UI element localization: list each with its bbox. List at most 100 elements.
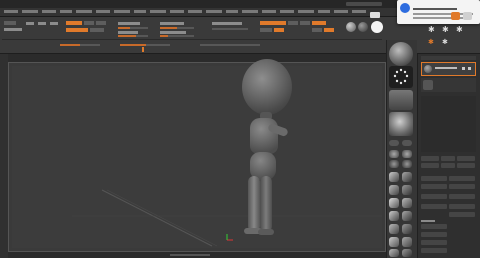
- menu-item-2[interactable]: [22, 10, 38, 13]
- shelf-tool-9[interactable]: [389, 224, 399, 234]
- shelf-tool-5[interactable]: [389, 198, 399, 208]
- viewport-canvas[interactable]: [12, 59, 382, 248]
- shelf-small-2[interactable]: [402, 140, 412, 146]
- star-icon[interactable]: ✱: [456, 26, 464, 34]
- menu-item-15[interactable]: [262, 10, 276, 13]
- zsub-button[interactable]: [90, 28, 104, 32]
- menu-item-11[interactable]: [188, 10, 202, 13]
- menu-item-14[interactable]: [242, 10, 258, 13]
- menu-item-1[interactable]: [4, 10, 18, 13]
- palette-home-icon[interactable]: [451, 12, 460, 20]
- shelf-tool-1[interactable]: [389, 172, 399, 182]
- shelf-ball-4[interactable]: [402, 160, 412, 168]
- tray-btn-18[interactable]: [421, 240, 447, 245]
- shelf-tool-8[interactable]: [402, 211, 412, 221]
- toolbar-button-f[interactable]: [312, 28, 322, 32]
- move-button[interactable]: [26, 22, 34, 25]
- titlebar-search[interactable]: [346, 2, 382, 6]
- menu-item-6[interactable]: [96, 10, 110, 13]
- menu-item-19[interactable]: [334, 10, 348, 13]
- menu-item-12[interactable]: [206, 10, 222, 13]
- toolbar-button-e[interactable]: [312, 21, 326, 25]
- rgb-button[interactable]: [84, 21, 94, 25]
- tray-btn-12[interactable]: [449, 194, 475, 199]
- subtool-eye-icon[interactable]: [462, 67, 465, 70]
- shelf-tool-7[interactable]: [389, 211, 399, 221]
- tray-btn-6[interactable]: [457, 163, 475, 168]
- tray-btn-11[interactable]: [421, 194, 447, 199]
- shelf-tool-6[interactable]: [402, 198, 412, 208]
- toolbar-button-b[interactable]: [274, 28, 284, 32]
- scale-button[interactable]: [38, 22, 46, 25]
- shelf-tool-12[interactable]: [402, 237, 412, 247]
- menu-item-17[interactable]: [298, 10, 314, 13]
- shelf-tool-13[interactable]: [389, 249, 399, 257]
- m-button[interactable]: [96, 21, 106, 25]
- dynamic-button[interactable]: [260, 21, 286, 25]
- tray-btn-1[interactable]: [421, 156, 439, 161]
- tray-btn-10[interactable]: [449, 184, 475, 189]
- menu-item-7[interactable]: [114, 10, 130, 13]
- menu-item-4[interactable]: [60, 10, 72, 13]
- shelf-tool-14[interactable]: [402, 249, 412, 257]
- shelf-ball-3[interactable]: [389, 160, 399, 168]
- shelf-tool-2[interactable]: [402, 172, 412, 182]
- shelf-tool-4[interactable]: [402, 185, 412, 195]
- toolbar-button-d[interactable]: [300, 21, 310, 25]
- edit-button[interactable]: [4, 21, 16, 25]
- figure-pose-icon[interactable]: ✱: [428, 26, 436, 34]
- menu-item-20[interactable]: [352, 10, 366, 13]
- shelf-ball-1[interactable]: [389, 150, 399, 158]
- mrgb-button[interactable]: [66, 21, 82, 25]
- walk-pose-icon[interactable]: ✱: [442, 26, 450, 34]
- tray-btn-3[interactable]: [457, 156, 475, 161]
- tray-btn-14[interactable]: [449, 204, 475, 209]
- menu-item-16[interactable]: [280, 10, 294, 13]
- tray-btn-8[interactable]: [449, 176, 475, 181]
- palette-gear-icon[interactable]: [463, 12, 472, 20]
- shelf-ball-2[interactable]: [402, 150, 412, 158]
- shelf-tool-3[interactable]: [389, 185, 399, 195]
- sub-slider-3[interactable]: [200, 44, 260, 46]
- shelf-tool-11[interactable]: [389, 237, 399, 247]
- subtool-lock-icon[interactable]: [468, 67, 471, 70]
- tray-btn-15[interactable]: [449, 212, 475, 217]
- shelf-small-1[interactable]: [389, 140, 399, 146]
- layer-slider[interactable]: [212, 28, 248, 30]
- tray-btn-7[interactable]: [421, 176, 447, 181]
- tray-btn-13[interactable]: [421, 204, 447, 209]
- color-swatch[interactable]: [371, 21, 383, 33]
- tray-btn-19[interactable]: [421, 248, 447, 253]
- tray-btn-17[interactable]: [421, 232, 447, 237]
- tray-btn-4[interactable]: [421, 163, 439, 168]
- menu-item-5[interactable]: [76, 10, 92, 13]
- axis-gizmo[interactable]: [225, 232, 235, 242]
- toolbar-button-g[interactable]: [324, 28, 334, 32]
- menu-item-18[interactable]: [318, 10, 330, 13]
- zadd-button[interactable]: [66, 28, 88, 32]
- character-head[interactable]: [242, 59, 292, 115]
- material-ball-2[interactable]: [358, 22, 368, 32]
- menu-item-8[interactable]: [134, 10, 146, 13]
- matcap-icon[interactable]: [389, 112, 413, 136]
- material-preview-ball[interactable]: [389, 42, 413, 66]
- menu-item-13[interactable]: [226, 10, 238, 13]
- figure-orange-icon[interactable]: ✱: [428, 38, 436, 46]
- draw-button[interactable]: [4, 28, 22, 31]
- shelf-tool-10[interactable]: [402, 224, 412, 234]
- subtool-item[interactable]: [421, 78, 476, 92]
- toolbar-button-c[interactable]: [288, 21, 298, 25]
- menu-item-9[interactable]: [150, 10, 166, 13]
- toolbar-button-a[interactable]: [260, 28, 272, 32]
- figure-white-icon[interactable]: ✱: [442, 38, 450, 46]
- tray-btn-2[interactable]: [441, 156, 455, 161]
- subtool-item-active[interactable]: [421, 62, 476, 76]
- tray-btn-9[interactable]: [421, 184, 447, 189]
- tray-btn-16[interactable]: [421, 224, 447, 229]
- material-ball-1[interactable]: [346, 22, 356, 32]
- texture-icon[interactable]: [389, 90, 413, 110]
- rotate-button[interactable]: [50, 22, 58, 25]
- menu-item-10[interactable]: [170, 10, 184, 13]
- menu-item-3[interactable]: [42, 10, 56, 13]
- tray-btn-5[interactable]: [441, 163, 455, 168]
